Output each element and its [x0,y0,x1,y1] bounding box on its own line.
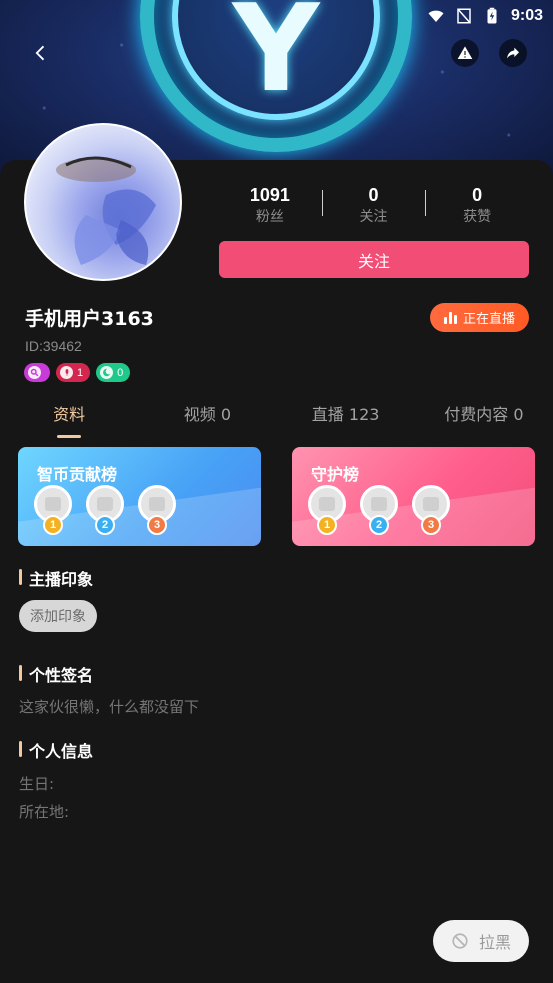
moon-icon [100,366,114,379]
live-bars-icon [443,311,457,324]
tab-paid-content[interactable]: 付费内容 0 [415,400,553,436]
location-label: 所在地: [19,803,70,821]
stat-likes[interactable]: 0 获赞 [425,184,529,230]
mic-icon [60,366,73,379]
rank-medal-1: 1 [308,485,346,545]
block-label: 拉黑 [478,933,511,952]
wifi-icon [428,10,444,22]
add-impression-button[interactable]: 添加印象 [19,600,97,632]
chevron-left-icon [35,45,45,61]
avatar-image [56,156,156,265]
contribution-rank-card[interactable]: 智币贡献榜 1 2 3 [18,447,261,546]
rank-medal-1: 1 [34,485,72,545]
badge-moon-value: 0 [117,366,124,379]
tab-profile[interactable]: 资料 [0,400,138,438]
rank-card-title: 智币贡献榜 [37,465,118,484]
stat-following[interactable]: 0 关注 [321,184,426,230]
rank-medal-3: 3 [412,485,450,545]
user-id: ID:39462 [25,338,82,354]
stat-value: 1091 [249,185,290,205]
profile-tabs: 资料 视频 0 直播 123 付费内容 0 [0,400,553,438]
guardian-rank-card[interactable]: 守护榜 1 2 3 [292,447,535,546]
username: 手机用户3163 [25,308,154,330]
signature-text: 这家伙很懒，什么都没留下 [19,698,200,716]
stat-label: 粉丝 [255,209,284,225]
rank-card-title: 守护榜 [311,465,360,484]
stat-label: 获赞 [463,209,492,225]
stat-value: 0 [472,185,483,205]
block-icon [452,933,468,949]
status-time: 9:03 [510,7,543,24]
back-button[interactable] [26,38,56,68]
live-status-label: 正在直播 [462,312,515,327]
level-badges: 1 0 [24,363,131,382]
search-icon [28,366,41,379]
info-section-title: 个人信息 [19,738,93,762]
tab-videos[interactable]: 视频 0 [138,400,276,436]
rank-medal-2: 2 [360,485,398,545]
share-button[interactable] [498,38,528,68]
badge-search [24,363,50,382]
report-button[interactable] [450,38,480,68]
follow-button[interactable]: 关注 [219,241,529,278]
profile-stats: 1091 粉丝 0 关注 0 获赞 [218,184,529,230]
rank-medal-2: 2 [86,485,124,545]
tab-live[interactable]: 直播 123 [277,400,415,436]
no-signal-icon [457,8,471,24]
status-bar: 9:03 [427,4,543,28]
badge-moon: 0 [96,363,131,382]
signature-section-title: 个性签名 [19,662,93,686]
share-icon [507,47,519,59]
birthday-label: 生日: [19,775,55,793]
stat-fans[interactable]: 1091 粉丝 [218,184,322,230]
block-button[interactable]: 拉黑 [433,920,529,962]
impression-section-title: 主播印象 [19,566,93,590]
stat-label: 关注 [359,209,388,225]
badge-mic-value: 1 [77,366,84,379]
warning-icon [457,46,473,59]
live-status-badge[interactable]: 正在直播 [430,303,529,332]
avatar[interactable] [24,123,182,281]
badge-mic: 1 [56,363,91,382]
stat-value: 0 [368,185,379,205]
rank-medal-3: 3 [138,485,176,545]
battery-charging-icon [487,7,497,24]
